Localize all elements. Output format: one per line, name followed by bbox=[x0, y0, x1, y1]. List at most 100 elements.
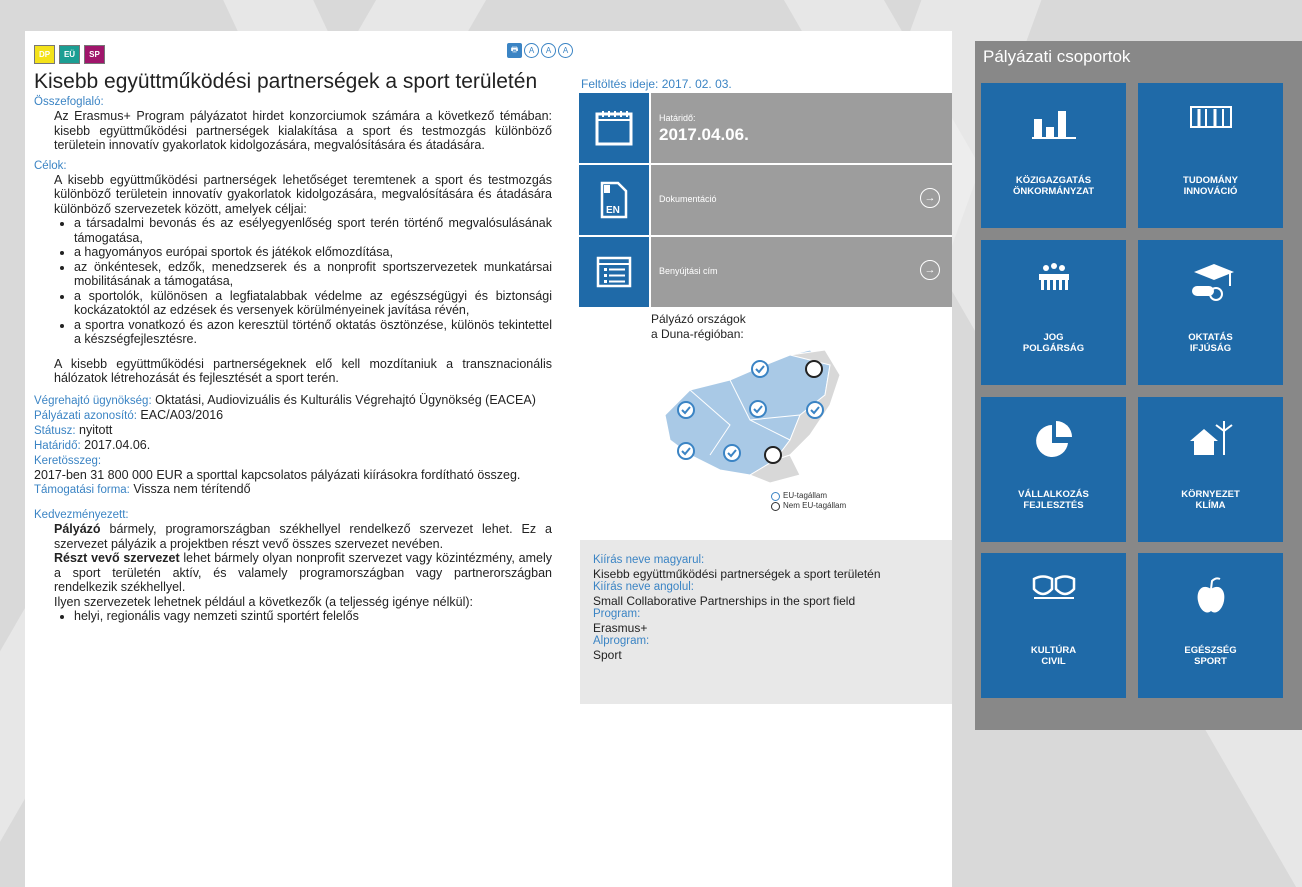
beneficiary-label: Kedvezményezett: bbox=[34, 509, 129, 521]
tile-vallalkozas[interactable]: VÁLLALKOZÁS FEJLESZTÉS bbox=[981, 397, 1126, 542]
tile-label: EGÉSZSÉG SPORT bbox=[1138, 645, 1283, 667]
tile-label-line1: OKTATÁS bbox=[1188, 332, 1233, 343]
tile-label: VÁLLALKOZÁS FEJLESZTÉS bbox=[981, 489, 1126, 511]
list-item: helyi, regionális vagy nemzeti szintű sp… bbox=[74, 609, 552, 624]
map-label-line1: Pályázó országok bbox=[651, 312, 746, 326]
agency-label: Végrehajtó ügynökség: bbox=[34, 394, 152, 407]
tile-label-line2: INNOVÁCIÓ bbox=[1183, 186, 1238, 197]
document-lang-text: EN bbox=[606, 205, 620, 216]
legend-noneu-label: Nem EU-tagállam bbox=[783, 501, 847, 510]
applicant-term: Pályázó bbox=[54, 522, 101, 536]
main-text-column: DP EÜ SP Kisebb együttműködési partnersé… bbox=[34, 45, 552, 631]
tile-kozigazgatas[interactable]: KÖZIGAZGATÁS ÖNKORMÁNYZAT bbox=[981, 83, 1126, 228]
document-en-icon: EN bbox=[579, 165, 649, 235]
tile-label-line1: EGÉSZSÉG bbox=[1184, 645, 1237, 656]
legend-eu-label: EU-tagállam bbox=[783, 491, 828, 500]
status-value: nyitott bbox=[79, 422, 113, 437]
eu-member-mark bbox=[749, 400, 767, 418]
graduation-icon bbox=[1138, 262, 1283, 308]
program-value: Erasmus+ bbox=[593, 621, 648, 635]
goals-label: Célok: bbox=[34, 159, 67, 172]
deadline-label: Határidő: bbox=[34, 439, 81, 452]
tile-label-line1: KÖZIGAZGATÁS bbox=[1015, 175, 1092, 186]
non-eu-member-mark bbox=[764, 446, 782, 464]
list-item: a társadalmi bevonás és az esélyegyenlős… bbox=[74, 216, 552, 245]
eu-member-mark bbox=[677, 442, 695, 460]
bar-chart-icon bbox=[981, 105, 1126, 145]
map-legend: EU-tagállam Nem EU-tagállam bbox=[771, 491, 846, 511]
agency-line: Végrehajtó ügynökség: Oktatási, Audioviz… bbox=[34, 393, 552, 408]
submission-link[interactable]: Benyújtási cím → bbox=[579, 237, 952, 307]
apple-icon bbox=[1138, 575, 1283, 621]
tile-kultura[interactable]: KULTÚRA CIVIL bbox=[981, 553, 1126, 698]
participant-term: Részt vevő szervezet bbox=[54, 551, 180, 565]
subprogram-value: Sport bbox=[593, 648, 622, 662]
beneficiary-section: Pályázó bármely, programországban székhe… bbox=[54, 522, 552, 624]
tile-label-line2: SPORT bbox=[1194, 656, 1227, 667]
books-icon bbox=[1138, 105, 1283, 135]
goals-section: A kisebb együttműködési partnerségek leh… bbox=[54, 173, 552, 386]
form-list-icon bbox=[579, 237, 649, 307]
deadline-box: Határidő: 2017.04.06. bbox=[579, 93, 952, 163]
subprogram-label: Alprogram: bbox=[593, 635, 650, 647]
tile-label-line1: KÖRNYEZET bbox=[1181, 489, 1240, 500]
legend-noneu: Nem EU-tagállam bbox=[771, 501, 846, 511]
sidebar-title: Pályázati csoportok bbox=[983, 47, 1131, 66]
documentation-label: Dokumentáció bbox=[659, 194, 717, 204]
tile-label-line2: CIVIL bbox=[1041, 656, 1066, 667]
arrow-right-icon[interactable]: → bbox=[920, 188, 940, 208]
program-label: Program: bbox=[593, 608, 641, 620]
tile-label: JOG POLGÁRSÁG bbox=[981, 332, 1126, 354]
support-line: Támogatási forma: Vissza nem térítendő bbox=[34, 482, 552, 497]
beneficiary-p1: Pályázó bármely, programországban székhe… bbox=[54, 522, 552, 551]
tile-label-line2: ÖNKORMÁNYZAT bbox=[1012, 186, 1095, 197]
summary-label: Összefoglaló: bbox=[34, 96, 104, 108]
en-name-label: Kiírás neve angolul: bbox=[593, 581, 695, 593]
deadline-box-label: Határidő: bbox=[659, 113, 696, 123]
tile-label-line1: KULTÚRA bbox=[1030, 645, 1077, 656]
id-label: Pályázati azonosító: bbox=[34, 409, 137, 422]
tile-label: KÖRNYEZET KLÍMA bbox=[1138, 489, 1283, 511]
summary-text: Az Erasmus+ Program pályázatot hirdet ko… bbox=[54, 109, 552, 152]
badge-eu[interactable]: EÜ bbox=[59, 45, 80, 64]
status-line: Státusz: nyitott bbox=[34, 423, 552, 438]
calendar-icon bbox=[579, 93, 649, 163]
beneficiary-p2: Részt vevő szervezet lehet bármely olyan… bbox=[54, 551, 552, 595]
documentation-box[interactable]: Dokumentáció → bbox=[651, 165, 952, 235]
tile-oktatas[interactable]: OKTATÁS IFJÚSÁG bbox=[1138, 240, 1283, 385]
list-item: a sportra vonatkozó és azon keresztül tö… bbox=[74, 318, 552, 347]
badge-dp[interactable]: DP bbox=[34, 45, 55, 64]
tile-tudomany[interactable]: TUDOMÁNY INNOVÁCIÓ bbox=[1138, 83, 1283, 228]
documentation-link[interactable]: EN Dokumentáció → bbox=[579, 165, 952, 235]
support-value: Vissza nem térítendő bbox=[133, 482, 251, 496]
badge-sp[interactable]: SP bbox=[84, 45, 105, 64]
beneficiary-p3: Ilyen szervezetek lehetnek például a köv… bbox=[54, 594, 473, 609]
hu-name-value: Kisebb együttműködési partnerségek a spo… bbox=[593, 567, 881, 581]
submission-box[interactable]: Benyújtási cím → bbox=[651, 237, 952, 307]
house-wind-icon bbox=[1138, 419, 1283, 465]
tile-label-line1: TUDOMÁNY bbox=[1183, 175, 1238, 186]
submission-label: Benyújtási cím bbox=[659, 266, 718, 276]
pie-chart-icon bbox=[981, 419, 1126, 469]
tile-egeszseg[interactable]: EGÉSZSÉG SPORT bbox=[1138, 553, 1283, 698]
support-label: Támogatási forma: bbox=[34, 484, 130, 496]
tile-label: KULTÚRA CIVIL bbox=[981, 645, 1126, 667]
program-badges: DP EÜ SP bbox=[34, 45, 552, 64]
tile-kornyezet[interactable]: KÖRNYEZET KLÍMA bbox=[1138, 397, 1283, 542]
eu-member-mark bbox=[723, 444, 741, 462]
eu-member-mark bbox=[806, 401, 824, 419]
arrow-right-icon[interactable]: → bbox=[920, 260, 940, 280]
en-name-value: Small Collaborative Partnerships in the … bbox=[593, 594, 856, 608]
budget-value: 2017-ben 31 800 000 EUR a sporttal kapcs… bbox=[34, 467, 521, 482]
id-value: EAC/A03/2016 bbox=[140, 407, 224, 422]
deadline-box-text: Határidő: 2017.04.06. bbox=[651, 93, 952, 163]
tile-label-line1: VÁLLALKOZÁS bbox=[1018, 489, 1089, 500]
list-item: az önkéntesek, edzők, menedzserek és a n… bbox=[74, 260, 552, 289]
masks-icon bbox=[981, 575, 1126, 607]
map-label: Pályázó országok a Duna-régióban: bbox=[651, 312, 746, 342]
danube-region-map bbox=[664, 349, 841, 484]
font-size-large-icon[interactable]: A bbox=[558, 43, 573, 58]
budget-label-line: Keretösszeg: bbox=[34, 453, 552, 468]
tile-jog[interactable]: JOG POLGÁRSÁG bbox=[981, 240, 1126, 385]
goals-text: A kisebb együttműködési partnerségek leh… bbox=[54, 172, 552, 216]
